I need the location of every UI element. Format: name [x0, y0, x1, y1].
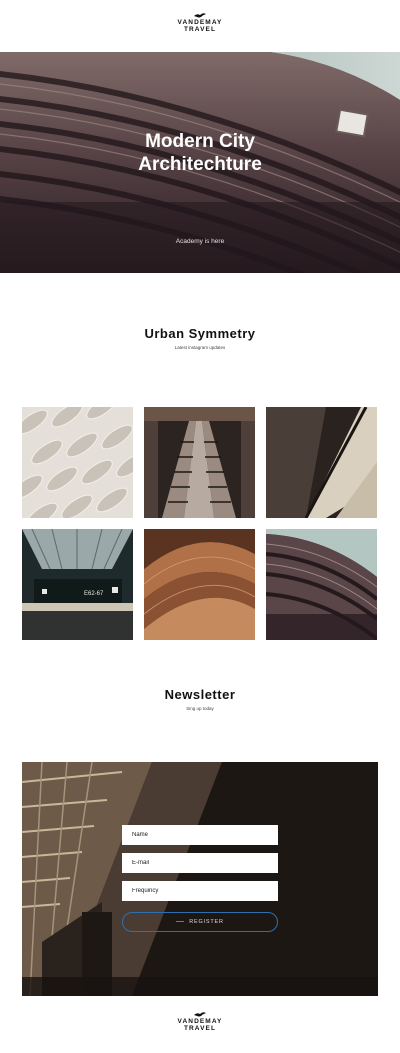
- brand-name-line1: VANDEMAY: [177, 19, 223, 26]
- register-button-label: REGISTER: [189, 919, 224, 925]
- register-button[interactable]: REGISTER: [122, 912, 278, 932]
- gallery-tile-angle[interactable]: [266, 407, 377, 518]
- footer-brand-name-line1: VANDEMAY: [177, 1018, 223, 1025]
- bird-icon: [194, 13, 206, 18]
- gallery-tile-escalators[interactable]: [144, 407, 255, 518]
- facade-image: [22, 407, 133, 518]
- newsletter-form-panel: REGISTER: [22, 762, 378, 996]
- footer-brand-name-line2: TRAVEL: [183, 1025, 217, 1032]
- email-field[interactable]: [122, 853, 278, 873]
- brand-logo[interactable]: VANDEMAY TRAVEL: [0, 12, 400, 33]
- gallery-tile-curved-building[interactable]: [266, 529, 377, 640]
- bird-icon: [194, 1012, 206, 1017]
- angle-image: [266, 407, 377, 518]
- brand-name-line2: TRAVEL: [183, 26, 217, 33]
- hero-banner: Modern City Architechture Academy is her…: [0, 52, 400, 273]
- gallery-tile-facade[interactable]: [22, 407, 133, 518]
- hero-title-line1: Modern City: [145, 131, 255, 152]
- escalators-image: [144, 407, 255, 518]
- hero-title-line2: Architechture: [138, 154, 262, 175]
- station-image: E62-67: [22, 529, 133, 640]
- curved-building-image: [266, 529, 377, 640]
- interior-building-image: [22, 762, 378, 996]
- gallery-tile-copper[interactable]: [144, 529, 255, 640]
- station-sign-text: E62-67: [84, 591, 104, 597]
- newsletter-title: Newsletter: [164, 687, 236, 702]
- gallery-tile-station[interactable]: E62-67: [22, 529, 133, 640]
- footer-brand-logo[interactable]: VANDEMAY TRAVEL: [0, 1011, 400, 1032]
- button-dash-icon: [176, 921, 185, 923]
- name-field[interactable]: [122, 825, 278, 845]
- gallery-subtitle: Latest instagram updates: [174, 345, 226, 350]
- frequency-field[interactable]: [122, 881, 278, 901]
- hero-subtitle: Academy is here: [175, 238, 225, 245]
- gallery-title: Urban Symmetry: [144, 326, 256, 341]
- hero-title: Modern City Architechture: [0, 130, 400, 176]
- newsletter-subtitle: Sing up today: [186, 706, 214, 711]
- copper-curves-image: [144, 529, 255, 640]
